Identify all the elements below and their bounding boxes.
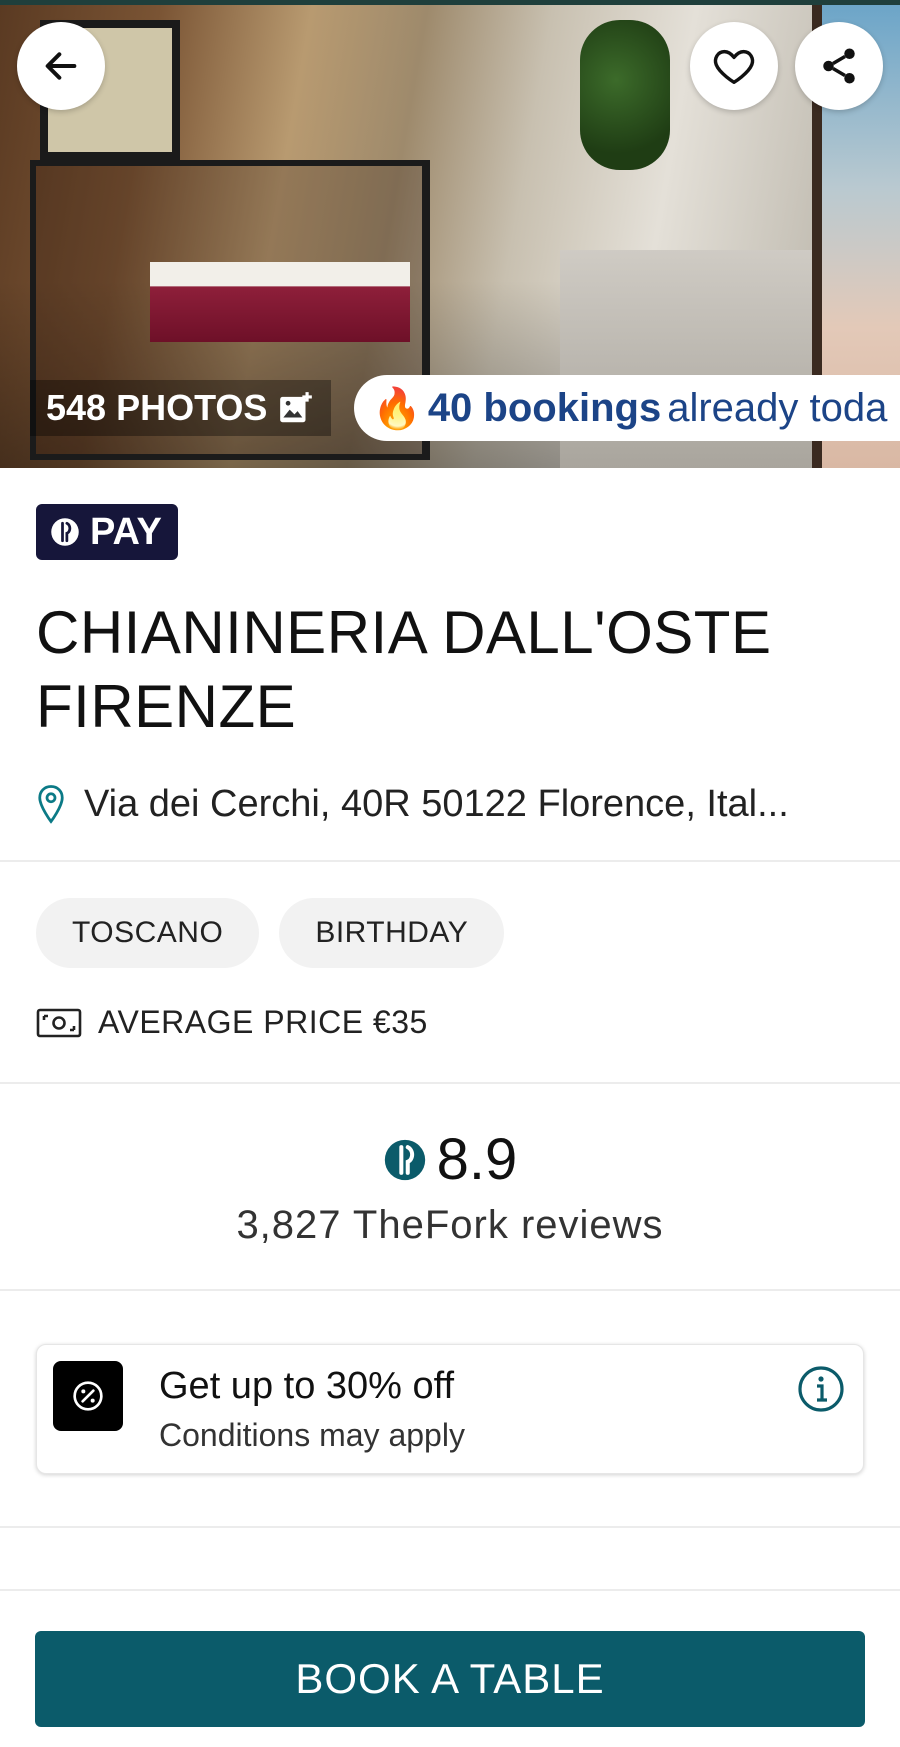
heart-icon bbox=[713, 49, 755, 85]
share-icon bbox=[823, 48, 855, 84]
pay-badge: PAY bbox=[36, 504, 178, 560]
pay-badge-label: PAY bbox=[90, 510, 162, 553]
bookings-today-banner: 🔥 40 bookings already toda bbox=[354, 375, 900, 441]
bookings-text: already toda bbox=[667, 385, 888, 430]
photos-count-button[interactable]: 548 PHOTOS bbox=[30, 380, 332, 436]
divider bbox=[0, 860, 900, 862]
arrow-left-icon bbox=[45, 52, 77, 80]
offer-conditions: Conditions may apply bbox=[159, 1417, 465, 1453]
tag-birthday[interactable]: BIRTHDAY bbox=[279, 898, 505, 968]
tag-list: TOSCANO BIRTHDAY bbox=[36, 898, 505, 968]
divider bbox=[0, 1589, 900, 1591]
top-edge bbox=[0, 0, 900, 5]
restaurant-name: CHIANINERIA DALL'OSTE FIRENZE bbox=[36, 599, 772, 740]
divider bbox=[0, 1082, 900, 1084]
divider bbox=[0, 1526, 900, 1528]
divider bbox=[0, 1289, 900, 1291]
average-price-row: AVERAGE PRICE €35 bbox=[36, 1004, 428, 1041]
banknote-icon bbox=[36, 1008, 82, 1037]
book-table-button[interactable]: BOOK A TABLE bbox=[35, 1631, 865, 1727]
add-photo-icon bbox=[280, 392, 313, 423]
offer-title: Get up to 30% off bbox=[159, 1365, 455, 1407]
address-row[interactable]: Via dei Cerchi, 40R 50122 Florence, Ital… bbox=[36, 776, 866, 832]
location-pin-icon bbox=[38, 785, 64, 824]
thefork-logo-icon bbox=[51, 518, 79, 546]
share-button[interactable] bbox=[795, 22, 883, 110]
photo-table bbox=[150, 262, 410, 342]
average-price-label: AVERAGE PRICE €35 bbox=[98, 1004, 428, 1040]
photos-count-label: 548 PHOTOS bbox=[46, 387, 268, 428]
photo-plants bbox=[580, 20, 670, 170]
hero-gallery[interactable]: 548 PHOTOS 🔥 40 bookings already toda bbox=[0, 0, 900, 468]
info-icon[interactable] bbox=[797, 1365, 845, 1413]
rating-value: 8.9 bbox=[436, 1127, 518, 1192]
tag-toscano[interactable]: TOSCANO bbox=[36, 898, 260, 968]
percent-icon bbox=[53, 1361, 123, 1431]
bookings-count: 40 bookings bbox=[427, 385, 662, 430]
thefork-logo-icon bbox=[384, 1139, 425, 1180]
discount-offer-card[interactable]: Get up to 30% off Conditions may apply bbox=[36, 1344, 864, 1474]
rating-score[interactable]: 8.9 bbox=[0, 1126, 900, 1193]
favorite-button[interactable] bbox=[690, 22, 778, 110]
fire-icon: 🔥 bbox=[372, 386, 422, 431]
reviews-count[interactable]: 3,827 TheFork reviews bbox=[0, 1203, 900, 1248]
address-text: Via dei Cerchi, 40R 50122 Florence, Ital… bbox=[84, 782, 789, 825]
back-button[interactable] bbox=[17, 22, 105, 110]
